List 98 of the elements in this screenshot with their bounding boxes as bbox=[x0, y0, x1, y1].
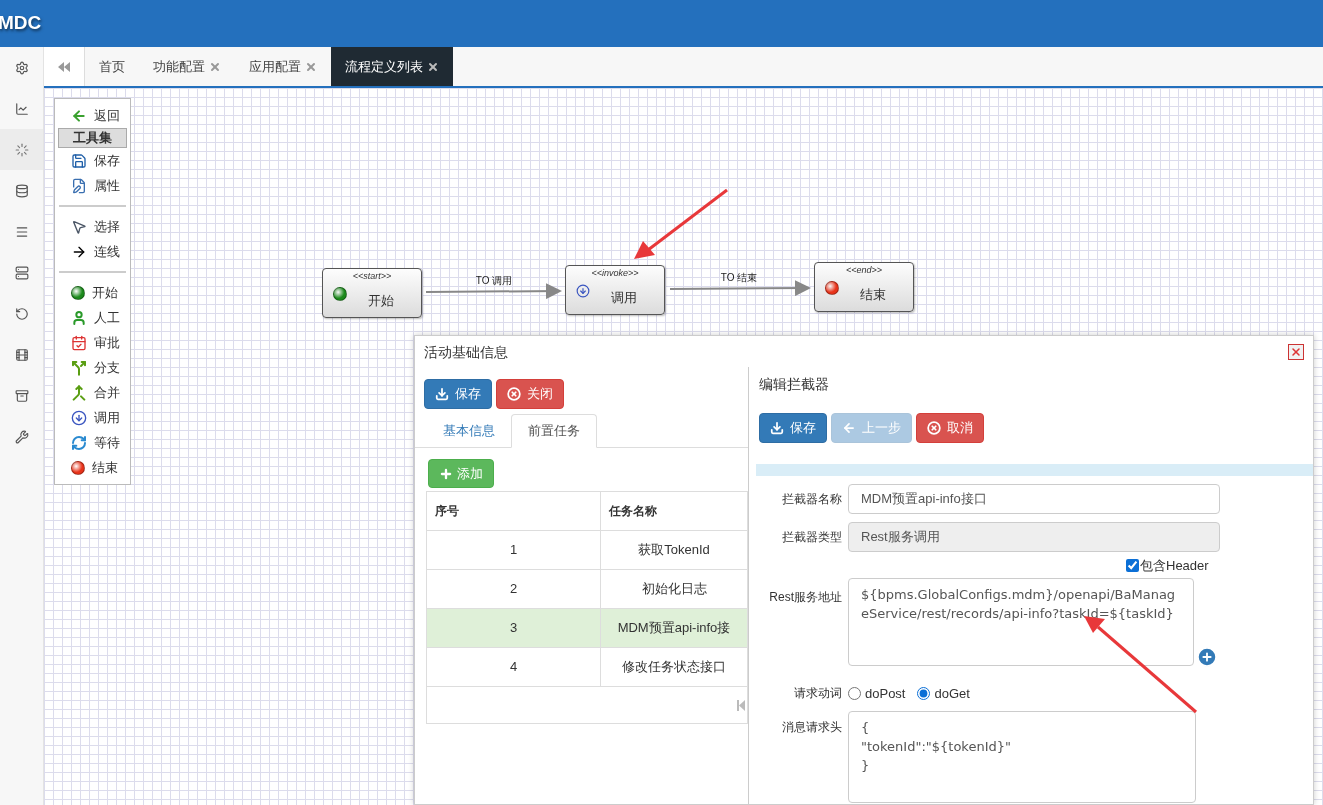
toolbox-item[interactable]: 保存 bbox=[55, 148, 130, 173]
close-button[interactable] bbox=[1288, 344, 1304, 360]
close-icon bbox=[1290, 346, 1302, 358]
table-row[interactable]: 1 获取TokenId bbox=[427, 531, 747, 570]
edge-label: TO 结束 bbox=[720, 272, 758, 283]
toolbox-item[interactable]: 属性 bbox=[55, 173, 130, 198]
tab[interactable]: 应用配置 bbox=[235, 47, 331, 86]
tab[interactable]: 基本信息 bbox=[427, 414, 511, 448]
table-cell: 3 bbox=[427, 609, 601, 647]
table-row[interactable]: 3 MDM预置api-info接 bbox=[427, 609, 747, 648]
edge-label: TO 调用 bbox=[475, 275, 513, 286]
close-circle-icon bbox=[507, 387, 521, 401]
checkbox[interactable] bbox=[1126, 559, 1139, 573]
process-node[interactable]: <<invoke>> 调用 bbox=[565, 265, 665, 315]
field-label: 拦截器名称 bbox=[781, 491, 842, 508]
download-icon bbox=[770, 421, 784, 435]
radio-button[interactable] bbox=[917, 686, 931, 700]
refresh-icon bbox=[71, 434, 87, 451]
field-label: 请求动词 bbox=[793, 684, 842, 702]
text-area[interactable]: { "tokenId":"${tokenId}" } bbox=[848, 711, 1196, 803]
editor-title: 编辑拦截器 bbox=[759, 375, 830, 394]
radio-label: doPost bbox=[865, 684, 906, 703]
table-cell: 4 bbox=[427, 648, 601, 686]
toolbox-header: 工具集 bbox=[58, 128, 127, 148]
settings-icon bbox=[14, 60, 29, 75]
arrow-down-circle-icon bbox=[576, 284, 590, 298]
toolbox-item[interactable]: 返回 bbox=[55, 103, 130, 128]
radio-label: doGet bbox=[934, 684, 970, 703]
tab[interactable]: 前置任务 bbox=[511, 414, 597, 448]
arrow-down-circle-icon bbox=[71, 409, 87, 426]
dialog-title: 活动基础信息 bbox=[424, 342, 508, 362]
calendar-check-icon bbox=[71, 334, 87, 351]
document-pen-icon bbox=[71, 177, 87, 194]
toolbox-item[interactable]: 连线 bbox=[55, 239, 130, 264]
toolbox-item[interactable]: 选择 bbox=[55, 214, 130, 239]
table-cell-text: MDM预置api-info接 bbox=[616, 619, 732, 638]
table-cell: 2 bbox=[427, 570, 601, 608]
loader-icon bbox=[14, 142, 29, 157]
process-node[interactable]: <<start>> 开始 bbox=[322, 268, 422, 318]
text-field[interactable]: MDM预置api-info接口 bbox=[848, 484, 1220, 514]
process-node[interactable]: <<end>> 结束 bbox=[814, 262, 914, 312]
pointer-icon bbox=[71, 218, 87, 235]
database-icon bbox=[14, 183, 29, 198]
node-label: 开始 bbox=[367, 292, 395, 310]
double-chevron-left-icon bbox=[58, 61, 70, 72]
toolbox-item[interactable]: 合并 bbox=[55, 380, 130, 405]
merge-icon bbox=[71, 384, 87, 401]
field-label: 消息请求头 bbox=[781, 719, 842, 736]
toolbox-item[interactable]: 结束 bbox=[55, 455, 130, 480]
save-button[interactable]: 保存 bbox=[759, 413, 827, 443]
toolbox-item[interactable]: 开始 bbox=[55, 280, 130, 305]
add-circle-icon[interactable] bbox=[1196, 645, 1218, 668]
close-circle-icon bbox=[927, 421, 941, 435]
node-stereotype: <<start>> bbox=[351, 270, 393, 283]
toolbox-item[interactable]: 审批 bbox=[55, 330, 130, 355]
node-label: 结束 bbox=[859, 286, 887, 304]
toolbox-item[interactable]: 等待 bbox=[55, 430, 130, 455]
user-icon bbox=[71, 309, 87, 326]
column-header: 任务名称 bbox=[608, 503, 658, 520]
tab[interactable]: 流程定义列表 bbox=[331, 47, 453, 86]
toolbox-item[interactable]: 分支 bbox=[55, 355, 130, 380]
chart-icon bbox=[14, 101, 29, 116]
text-area[interactable]: ${bpms.GlobalConfigs.mdm}/openapi/BaManageService/rest/records/api-info?taskId=${taskId} bbox=[848, 577, 1194, 666]
film-icon bbox=[14, 347, 29, 362]
table-cell: 1 bbox=[427, 531, 601, 569]
field-label: Rest服务地址 bbox=[768, 588, 842, 606]
radio-button[interactable] bbox=[848, 686, 861, 700]
table-cell-text: 修改任务状态接口 bbox=[621, 658, 727, 677]
table-cell-text: 获取TokenId bbox=[637, 541, 711, 560]
node-label: 调用 bbox=[610, 289, 638, 307]
table-row[interactable]: 4 修改任务状态接口 bbox=[427, 648, 747, 687]
tab[interactable]: 首页 bbox=[85, 47, 139, 86]
split-icon bbox=[71, 359, 87, 376]
cancel-button[interactable]: 取消 bbox=[916, 413, 984, 443]
menu-icon bbox=[14, 224, 29, 239]
tab[interactable]: 功能配置 bbox=[139, 47, 235, 86]
archive-icon bbox=[14, 388, 29, 403]
close-button[interactable]: 关闭 bbox=[496, 379, 564, 409]
arrow-left-icon bbox=[842, 421, 856, 435]
field-label: 拦截器类型 bbox=[781, 529, 842, 546]
toolbox-item[interactable]: 人工 bbox=[55, 305, 130, 330]
history-icon bbox=[14, 306, 29, 321]
close-icon[interactable] bbox=[427, 60, 439, 73]
node-stereotype: <<end>> bbox=[844, 264, 883, 277]
checkbox-label: 包含Header bbox=[1140, 557, 1209, 575]
save-button[interactable]: 保存 bbox=[424, 379, 492, 409]
node-stereotype: <<invoke>> bbox=[590, 267, 640, 280]
app-logo: MDC bbox=[0, 11, 42, 36]
wrench-icon bbox=[14, 429, 29, 444]
plus-icon bbox=[439, 466, 453, 481]
table-cell-text: 初始化日志 bbox=[640, 580, 708, 599]
toolbox-item[interactable]: 调用 bbox=[55, 405, 130, 430]
column-header: 序号 bbox=[427, 492, 601, 530]
first-page-icon bbox=[737, 699, 745, 711]
server-icon bbox=[14, 265, 29, 280]
download-icon bbox=[435, 387, 449, 401]
collapse-tabs-button[interactable] bbox=[44, 47, 85, 86]
save-icon bbox=[71, 152, 87, 169]
